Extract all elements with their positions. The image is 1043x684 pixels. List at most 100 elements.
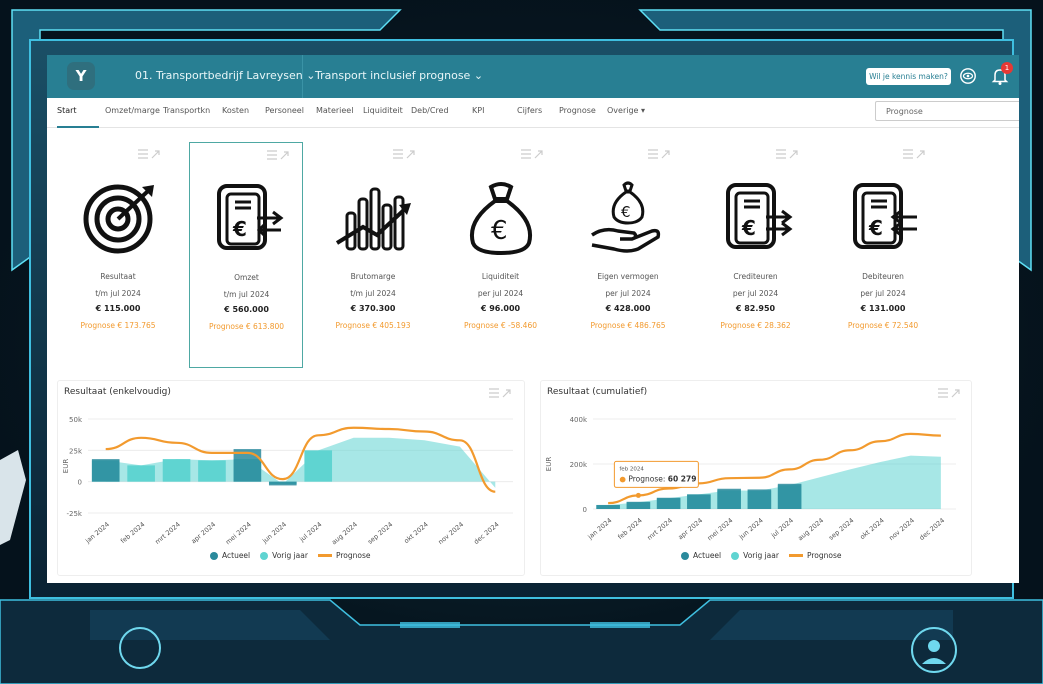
tab-materieel[interactable]: Materieel	[316, 106, 353, 115]
legend-item-actual[interactable]: Actueel	[210, 551, 250, 560]
kpi-card-omzet[interactable]: € Omzet t/m jul 2024 € 560.000 Prognose € 61…	[188, 142, 303, 368]
card-title: Liquiditeit	[481, 272, 520, 281]
menu-expand-icon[interactable]	[266, 150, 290, 160]
chart-cumulative: EUR400k200k0jan 2024 feb 2024 mrt 2024 apr …	[545, 416, 956, 542]
legend-item-actual[interactable]: Actueel	[681, 551, 721, 560]
kpi-card-liquiditeit[interactable]: € Liquiditeit per jul 2024 € 96.000 Prognose…	[444, 142, 558, 368]
eye-icon[interactable]	[959, 67, 977, 85]
tab-omzet-marge[interactable]: Omzet/marge	[105, 106, 160, 115]
bar-actueel	[717, 488, 741, 509]
svg-text:€: €	[232, 217, 247, 241]
app-window: Y 01. Transportbedrijf Lavreysen ⌄ Trans…	[47, 55, 1019, 583]
legend-label: Vorig jaar	[743, 551, 779, 560]
tooltip-marker	[635, 492, 641, 498]
card-forecast: Prognose € 72.540	[847, 321, 919, 330]
x-tick-label: jan 2024	[586, 516, 614, 541]
kpi-card-eigen-vermogen[interactable]: € Eigen vermogen per jul 2024 € 428.000 Prog…	[571, 142, 685, 368]
x-tick-label: dec 2024	[918, 516, 946, 542]
bar-vorig-jaar	[127, 465, 155, 482]
menu-expand-icon[interactable]	[137, 149, 161, 159]
tab-personeel[interactable]: Personeel	[265, 106, 304, 115]
x-tick-label: aug 2024	[330, 520, 359, 546]
tab-deb-cred[interactable]: Deb/Cred	[411, 106, 449, 115]
tab-transportkn[interactable]: Transportkn	[163, 106, 210, 115]
x-tick-label: mei 2024	[224, 520, 253, 546]
brand-logo[interactable]: Y	[67, 62, 95, 90]
menu-expand-icon[interactable]	[488, 388, 512, 398]
scenario-select[interactable]: Prognose	[875, 101, 1019, 121]
tab-kpi[interactable]: KPI	[472, 106, 484, 115]
card-value: € 115.000	[95, 304, 141, 313]
y-axis-label: EUR	[545, 457, 553, 472]
top-bar: Y 01. Transportbedrijf Lavreysen ⌄ Trans…	[47, 55, 1019, 98]
bar-actueel	[596, 504, 620, 509]
card-period: per jul 2024	[860, 289, 906, 298]
legend-label: Prognose	[335, 551, 371, 560]
tab-cijfers[interactable]: Cijfers	[517, 106, 542, 115]
svg-text:€: €	[741, 216, 756, 240]
x-tick-label: mrt 2024	[646, 516, 674, 542]
kpi-card-crediteuren[interactable]: € Crediteuren per jul 2024 € 82.950 Prognose…	[699, 142, 813, 368]
tab-prognose[interactable]: Prognose	[559, 106, 596, 115]
y-tick-label: 200k	[570, 461, 588, 469]
card-value: € 96.000	[480, 304, 521, 313]
company-selector[interactable]: 01. Transportbedrijf Lavreysen ⌄	[135, 69, 315, 82]
tab-liquiditeit[interactable]: Liquiditeit	[363, 106, 403, 115]
bar-actueel	[777, 483, 802, 509]
legend-item-previous[interactable]: Vorig jaar	[260, 551, 308, 560]
legend-dot	[210, 551, 218, 560]
x-tick-label: okt 2024	[402, 520, 429, 545]
tab-overige[interactable]: Overige ▾	[607, 106, 645, 115]
legend-label: Actueel	[693, 551, 722, 560]
meet-us-button[interactable]: Wil je kennis maken?	[866, 68, 951, 85]
card-title: Resultaat	[100, 272, 136, 281]
card-forecast: Prognose € -58.460	[463, 321, 537, 330]
kpi-card-resultaat[interactable]: Resultaat t/m jul 2024 € 115.000 Prognose €…	[61, 142, 175, 368]
menu-expand-icon[interactable]	[392, 149, 416, 159]
menu-expand-icon[interactable]	[520, 149, 544, 159]
x-tick-label: sep 2024	[827, 516, 855, 541]
card-value: € 428.000	[605, 304, 651, 313]
card-value: € 82.950	[735, 304, 776, 313]
bar-actueel	[233, 449, 262, 482]
bar-actueel	[268, 481, 297, 486]
card-period: per jul 2024	[477, 289, 524, 298]
x-tick-label: nov 2024	[437, 520, 466, 546]
report-selector[interactable]: Transport inclusief prognose ⌄	[315, 69, 483, 82]
kpi-card-brutomarge[interactable]: Brutomarge t/m jul 2024 € 370.300 Prognose …	[316, 142, 430, 368]
x-tick-label: okt 2024	[858, 516, 885, 541]
tooltip-period: feb 2024	[619, 466, 644, 472]
card-period: t/m jul 2024	[350, 289, 396, 298]
tab-kosten[interactable]: Kosten	[222, 106, 249, 115]
kpi-card-debiteuren[interactable]: € Debiteuren per jul 2024 € 131.000 Prognose…	[826, 142, 940, 368]
x-tick-label: jun 2024	[737, 516, 765, 541]
card-value: € 370.300	[350, 304, 396, 313]
tab-start[interactable]: Start	[57, 106, 77, 115]
menu-expand-icon[interactable]	[647, 149, 671, 159]
menu-expand-icon[interactable]	[902, 149, 926, 159]
tooltip: feb 2024 ● Prognose: 60 279	[613, 460, 699, 488]
legend-item-forecast[interactable]: Prognose	[788, 551, 841, 560]
money-bag-icon: €	[469, 182, 532, 256]
svg-text:€: €	[868, 216, 883, 240]
chart-panel-single: Resultaat (enkelvoudig) EUR 50k 25k 0 -25k ja…	[57, 380, 525, 576]
x-tick-label: jan 2024	[83, 520, 111, 545]
card-period: per jul 2024	[732, 289, 779, 298]
x-tick-label: aug 2024	[796, 516, 825, 542]
x-tick-label: sep 2024	[366, 520, 394, 545]
legend-item-previous[interactable]: Vorig jaar	[731, 551, 779, 560]
bar-actueel	[656, 497, 681, 509]
card-title: Crediteuren	[733, 272, 778, 281]
legend-dot	[260, 551, 269, 560]
card-title: Eigen vermogen	[597, 272, 659, 281]
card-title: Debiteuren	[862, 272, 904, 281]
y-tick-label: -25k	[67, 510, 83, 518]
menu-expand-icon[interactable]	[775, 149, 799, 159]
document-in-icon: €	[853, 183, 917, 249]
menu-expand-icon[interactable]	[937, 388, 961, 398]
legend-item-forecast[interactable]: Prognose	[317, 551, 371, 560]
card-forecast: Prognose € 486.765	[590, 321, 666, 330]
card-period: t/m jul 2024	[223, 290, 270, 299]
bar-actueel	[626, 501, 651, 509]
bar-actueel	[687, 494, 711, 509]
